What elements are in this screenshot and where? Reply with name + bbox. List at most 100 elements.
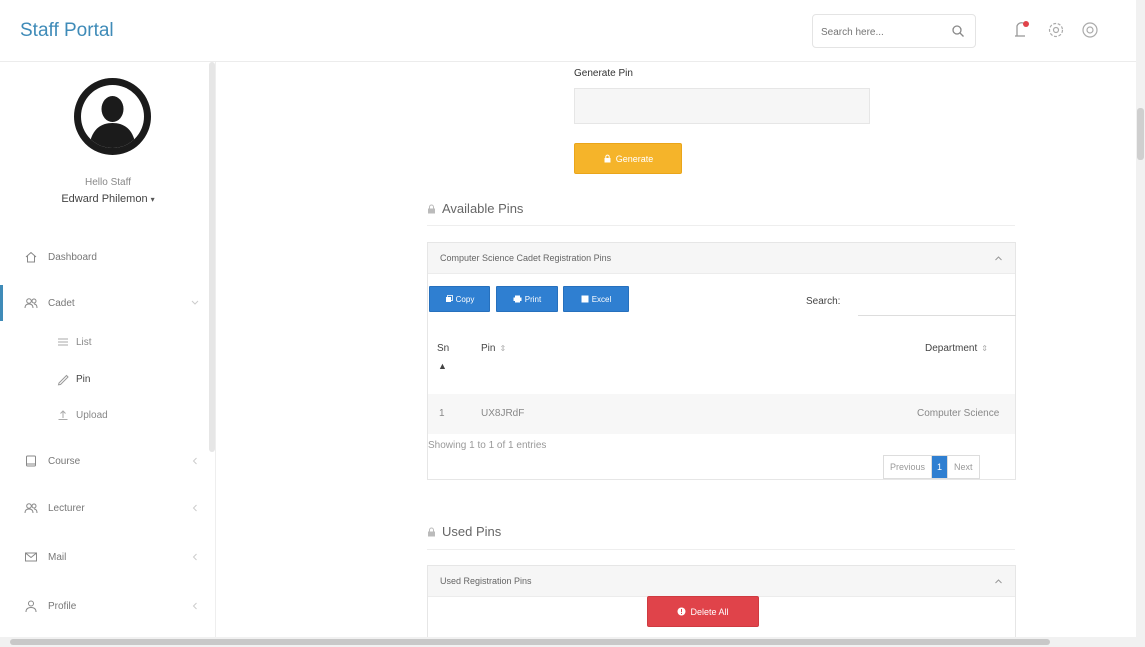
search-icon[interactable] xyxy=(951,24,965,38)
chevron-left-icon xyxy=(192,457,197,465)
copy-button[interactable]: Copy xyxy=(429,286,490,312)
main-content: Generate Pin Generate Available Pins Com… xyxy=(217,62,1135,637)
sidebar: Hello Staff Edward Philemon ▾ Dashboard … xyxy=(0,62,216,637)
sidebar-item-label: Mail xyxy=(48,551,67,563)
delete-all-button[interactable]: Delete All xyxy=(647,596,759,627)
users-icon xyxy=(24,296,38,310)
avatar xyxy=(74,78,151,155)
sidebar-item-label: Lecturer xyxy=(48,502,85,514)
copy-button-label: Copy xyxy=(455,294,475,304)
section-title: Available Pins xyxy=(442,201,524,216)
pagination-previous[interactable]: Previous xyxy=(884,456,931,478)
sidebar-item-cadet[interactable]: Cadet xyxy=(0,285,209,321)
sidebar-item-label: Cadet xyxy=(48,297,75,309)
available-pins-heading: Available Pins xyxy=(427,201,523,216)
panel-header: Computer Science Cadet Registration Pins xyxy=(428,243,1015,274)
sidebar-subitem-label: Upload xyxy=(76,409,108,421)
home-icon xyxy=(24,250,38,264)
column-header-label: Sn xyxy=(437,343,450,354)
print-icon xyxy=(513,295,522,303)
sort-icon: ⇕ xyxy=(499,344,507,353)
sidebar-item-profile[interactable]: Profile xyxy=(0,588,209,624)
sidebar-item-label: Profile xyxy=(48,600,77,612)
search-input[interactable] xyxy=(821,23,941,41)
alert-circle-icon xyxy=(677,607,686,616)
print-button[interactable]: Print xyxy=(496,286,558,312)
column-header-department[interactable]: Department ⇕ xyxy=(925,343,988,354)
copy-icon xyxy=(445,295,453,302)
sidebar-subitem-list[interactable]: List xyxy=(0,327,209,357)
panel-title: Used Registration Pins xyxy=(440,576,532,586)
user-silhouette-icon xyxy=(89,96,136,148)
vertical-scrollbar[interactable] xyxy=(1136,0,1145,637)
table-info: Showing 1 to 1 of 1 entries xyxy=(428,440,547,451)
used-pins-heading: Used Pins xyxy=(427,524,501,539)
chevron-down-icon xyxy=(191,300,199,305)
sidebar-item-dashboard[interactable]: Dashboard xyxy=(0,239,209,275)
book-icon xyxy=(24,454,38,468)
user-name: Edward Philemon xyxy=(61,193,148,205)
generate-pin-input[interactable] xyxy=(574,88,870,124)
lock-icon xyxy=(604,154,611,163)
user-icon xyxy=(24,599,38,613)
panel-header: Used Registration Pins xyxy=(428,566,1015,597)
mail-icon xyxy=(24,550,38,564)
pagination-next[interactable]: Next xyxy=(948,456,979,478)
delete-all-button-label: Delete All xyxy=(690,606,729,617)
sort-icon: ⇕ xyxy=(981,344,988,353)
excel-button[interactable]: Excel xyxy=(563,286,629,312)
chevron-left-icon xyxy=(192,602,197,610)
print-button-label: Print xyxy=(524,294,542,304)
divider xyxy=(427,549,1015,550)
pagination-page-1[interactable]: 1 xyxy=(931,456,949,478)
table-cell-sn: 1 xyxy=(439,408,445,419)
search-box[interactable] xyxy=(812,14,976,48)
sidebar-subitem-upload[interactable]: Upload xyxy=(0,400,209,430)
brand-title[interactable]: Staff Portal xyxy=(20,20,114,42)
section-title: Used Pins xyxy=(442,524,502,539)
sidebar-item-label: Course xyxy=(48,455,81,467)
sidebar-item-lecturer[interactable]: Lecturer xyxy=(0,490,209,526)
excel-button-label: Excel xyxy=(591,294,612,304)
pagination: Previous 1 Next xyxy=(883,455,980,479)
sidebar-scrollbar[interactable] xyxy=(209,62,215,452)
sort-ascending-icon: ▲ xyxy=(438,361,447,371)
sidebar-subitem-pin[interactable]: Pin xyxy=(0,364,209,394)
caret-down-icon: ▾ xyxy=(150,195,155,204)
column-header-sn[interactable]: Sn xyxy=(437,343,449,354)
sidebar-item-course[interactable]: Course xyxy=(0,443,209,479)
table-search-input[interactable] xyxy=(858,290,1016,316)
notification-icon[interactable] xyxy=(1012,20,1032,40)
panel-title: Computer Science Cadet Registration Pins xyxy=(440,253,612,263)
scrollbar-thumb[interactable] xyxy=(10,639,1050,645)
lock-icon xyxy=(428,204,435,213)
generate-button-label: Generate xyxy=(615,153,654,164)
chevron-up-icon[interactable] xyxy=(994,254,1003,262)
chevron-left-icon xyxy=(192,504,197,512)
gear-icon[interactable] xyxy=(1046,20,1066,40)
scrollbar-thumb[interactable] xyxy=(1137,108,1144,160)
sidebar-item-mail[interactable]: Mail xyxy=(0,539,209,575)
users-icon xyxy=(24,501,38,515)
user-name-dropdown[interactable]: Edward Philemon ▾ xyxy=(0,193,216,205)
column-header-label: Department xyxy=(925,343,978,354)
horizontal-scrollbar[interactable] xyxy=(0,637,1145,647)
upload-icon xyxy=(56,408,70,422)
sidebar-item-label: Dashboard xyxy=(48,251,97,263)
chevron-up-icon[interactable] xyxy=(994,577,1003,585)
column-header-pin[interactable]: Pin ⇕ xyxy=(481,343,506,354)
column-header-label: Pin xyxy=(481,343,496,354)
divider xyxy=(427,225,1015,226)
table-search-label: Search: xyxy=(806,296,841,307)
generate-button[interactable]: Generate xyxy=(574,143,682,174)
list-icon xyxy=(56,335,70,349)
pencil-icon xyxy=(56,372,70,386)
sidebar-subitem-label: Pin xyxy=(76,373,91,385)
spreadsheet-icon xyxy=(581,295,589,303)
help-icon[interactable] xyxy=(1080,20,1100,40)
generate-pin-label: Generate Pin xyxy=(574,68,633,79)
table-cell-department: Computer Science xyxy=(917,408,1000,419)
chevron-left-icon xyxy=(192,553,197,561)
sidebar-subitem-label: List xyxy=(76,336,92,348)
lock-icon xyxy=(428,527,435,536)
